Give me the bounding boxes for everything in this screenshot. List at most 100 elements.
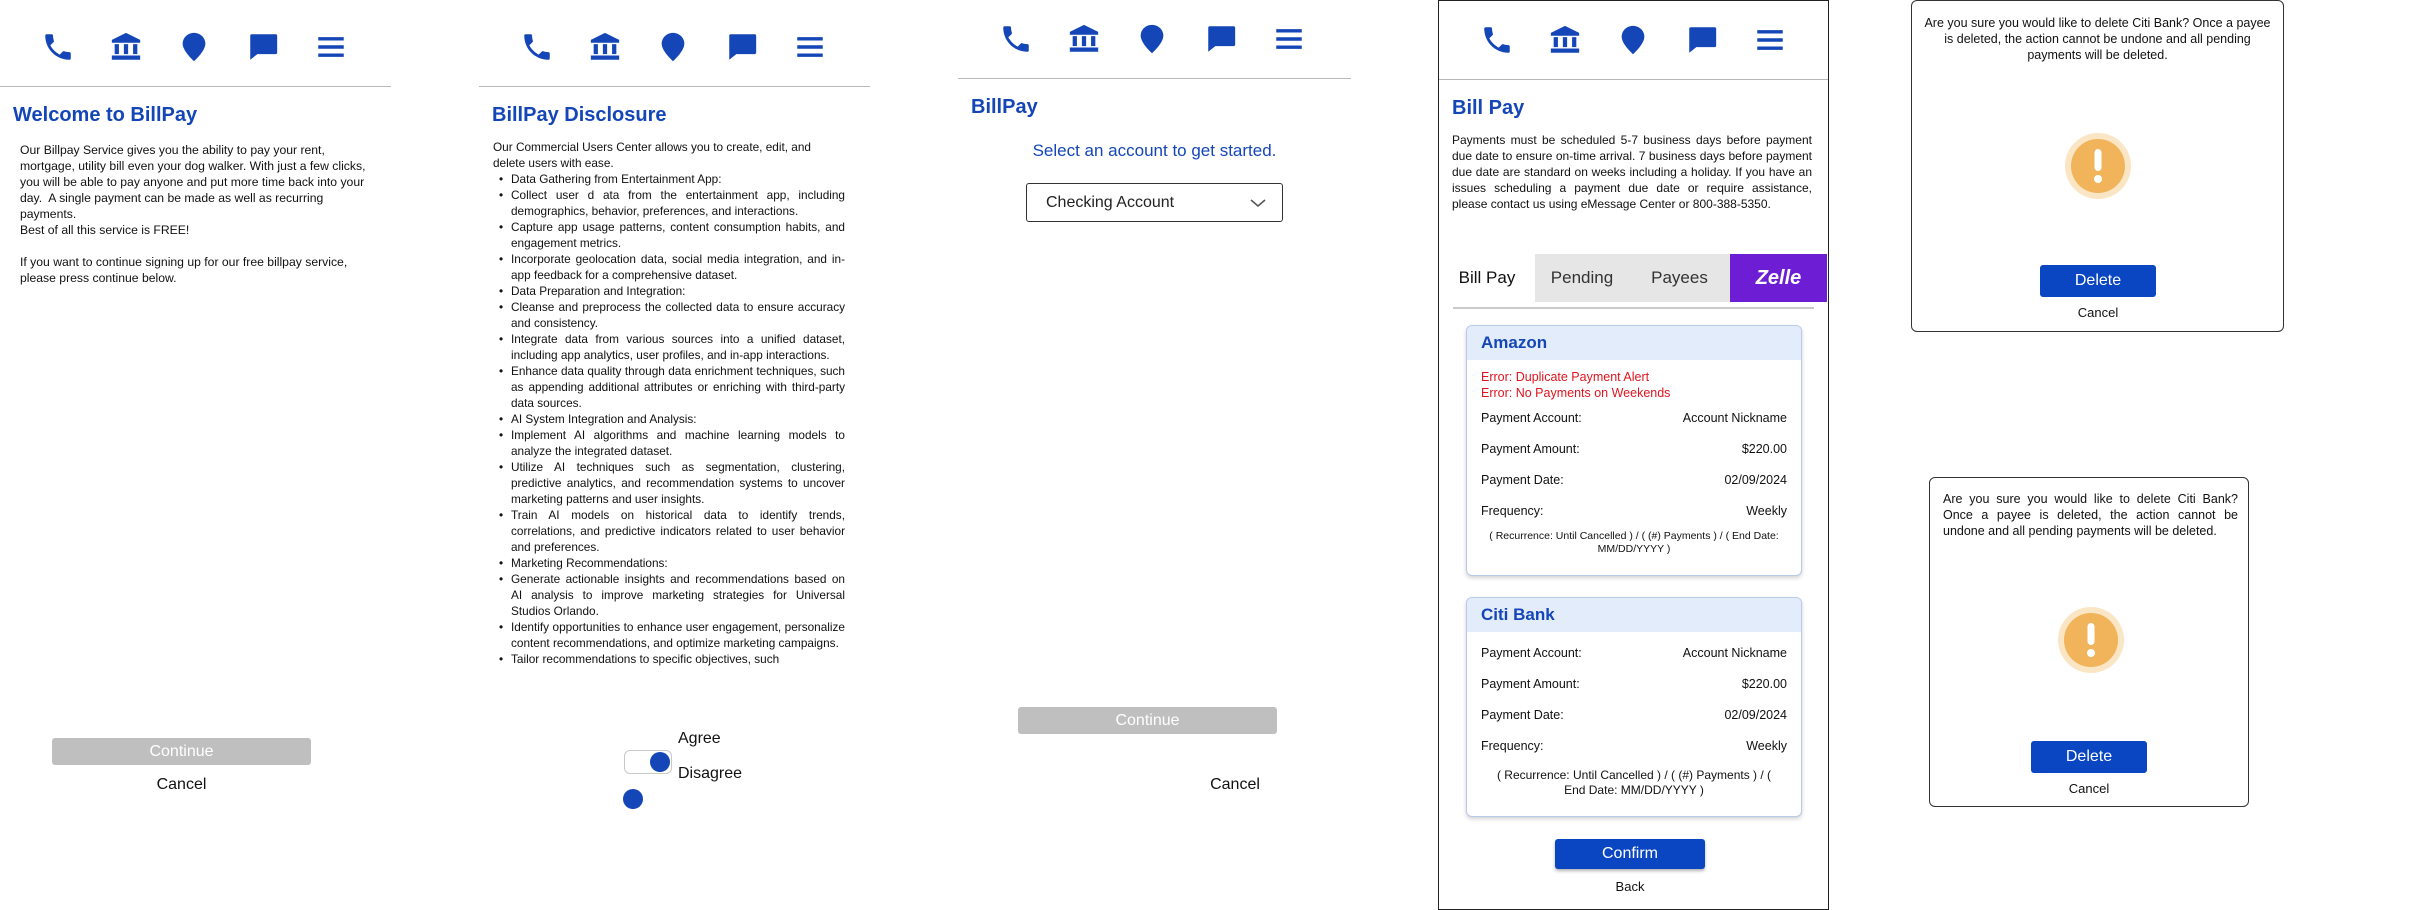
chat-icon[interactable] bbox=[1685, 23, 1719, 57]
chat-icon[interactable] bbox=[246, 30, 280, 64]
tab-payees[interactable]: Payees bbox=[1629, 254, 1730, 302]
cancel-link[interactable]: Cancel bbox=[52, 776, 311, 794]
payee-card[interactable]: Amazon Error: Duplicate Payment Alert Er… bbox=[1466, 325, 1802, 576]
tab-bill-pay[interactable]: Bill Pay bbox=[1439, 254, 1535, 302]
row-label: Payment Amount: bbox=[1481, 677, 1580, 691]
menu-icon[interactable] bbox=[314, 30, 348, 64]
phone-icon[interactable] bbox=[1480, 23, 1514, 57]
location-pin-icon[interactable] bbox=[656, 30, 690, 64]
row-value: Account Nickname bbox=[1682, 411, 1787, 425]
delete-payee-dialog: Are you sure you would like to delete Ci… bbox=[1911, 0, 2284, 332]
recurrence-text: ( Recurrence: Until Cancelled ) / ( (#) … bbox=[1496, 768, 1772, 797]
payee-name: Citi Bank bbox=[1467, 598, 1801, 632]
back-link[interactable]: Back bbox=[1555, 879, 1705, 894]
account-select[interactable]: Checking Account bbox=[1026, 183, 1283, 222]
row-value: Account Nickname bbox=[1682, 646, 1787, 660]
row-value: 02/09/2024 bbox=[1724, 708, 1787, 722]
chat-icon[interactable] bbox=[725, 30, 759, 64]
menu-icon[interactable] bbox=[1272, 22, 1306, 56]
billpay-screen: Bill Pay Payments must be scheduled 5-7 … bbox=[1438, 0, 1829, 910]
error-message: Error: No Payments on Weekends bbox=[1481, 386, 1671, 400]
disclosure-item: Integrate data from various sources into… bbox=[493, 331, 845, 363]
payment-date-row: Payment Date: 02/09/2024 bbox=[1467, 465, 1801, 496]
disagree-label: Disagree bbox=[678, 765, 743, 782]
bank-icon[interactable] bbox=[1067, 22, 1101, 56]
disclosure-item: Identify opportunities to enhance user e… bbox=[493, 619, 845, 651]
disclosure-item: Generate actionable insights and recomme… bbox=[493, 571, 845, 619]
selected-account: Checking Account bbox=[1046, 194, 1175, 211]
warning-icon bbox=[2057, 606, 2125, 674]
disclosure-item: Incorporate geolocation data, social med… bbox=[493, 251, 845, 283]
row-label: Payment Account: bbox=[1481, 646, 1582, 660]
disclosure-item: Implement AI algorithms and machine lear… bbox=[493, 427, 845, 459]
row-label: Frequency: bbox=[1481, 739, 1544, 753]
page-title: Bill Pay bbox=[1452, 97, 1525, 119]
welcome-continue-note: If you want to continue signing up for o… bbox=[20, 255, 351, 285]
menu-icon[interactable] bbox=[1753, 23, 1787, 57]
continue-button[interactable]: Continue bbox=[1018, 707, 1277, 734]
bank-icon[interactable] bbox=[1548, 23, 1582, 57]
confirm-button[interactable]: Confirm bbox=[1555, 839, 1705, 869]
row-label: Payment Date: bbox=[1481, 708, 1564, 722]
row-label: Frequency: bbox=[1481, 504, 1544, 518]
top-nav bbox=[479, 0, 870, 87]
phone-icon[interactable] bbox=[41, 30, 75, 64]
select-account-prompt: Select an account to get started. bbox=[1032, 141, 1277, 160]
bank-icon[interactable] bbox=[588, 30, 622, 64]
page-title: Welcome to BillPay bbox=[13, 104, 198, 126]
top-nav bbox=[1439, 1, 1828, 80]
disclosure-item: Data Gathering from Entertainment App: bbox=[493, 171, 845, 187]
payment-amount-row: Payment Amount: $220.00 bbox=[1467, 434, 1801, 465]
disclosure-item: Cleanse and preprocess the collected dat… bbox=[493, 299, 845, 331]
continue-button[interactable]: Continue bbox=[52, 738, 311, 765]
payment-date-row: Payment Date: 02/09/2024 bbox=[1467, 700, 1801, 731]
location-pin-icon[interactable] bbox=[1135, 22, 1169, 56]
row-value: Weekly bbox=[1746, 504, 1787, 518]
frequency-row: Frequency: Weekly bbox=[1467, 731, 1801, 762]
payee-name: Amazon bbox=[1467, 326, 1801, 360]
disclosure-item: Tailor recommendations to specific objec… bbox=[493, 651, 845, 667]
row-value: $220.00 bbox=[1741, 677, 1787, 691]
delete-button[interactable]: Delete bbox=[2040, 265, 2156, 297]
disclosure-item: Train AI models on historical data to id… bbox=[493, 507, 845, 555]
page-title: BillPay bbox=[971, 96, 1038, 118]
disclosure-text: Our Commercial Users Center allows you t… bbox=[493, 139, 845, 667]
tab-pending[interactable]: Pending bbox=[1535, 254, 1629, 302]
phone-icon[interactable] bbox=[520, 30, 554, 64]
bank-icon[interactable] bbox=[109, 30, 143, 64]
row-value: $220.00 bbox=[1741, 442, 1787, 456]
chat-icon[interactable] bbox=[1204, 22, 1238, 56]
page-title: BillPay Disclosure bbox=[492, 104, 667, 126]
delete-button[interactable]: Delete bbox=[2031, 741, 2147, 773]
disclosure-item: AI System Integration and Analysis: bbox=[493, 411, 845, 427]
welcome-description: Our Billpay Service gives you the abilit… bbox=[20, 142, 370, 286]
welcome-free-note: Best of all this service is FREE! bbox=[20, 223, 190, 237]
payee-card[interactable]: Citi Bank Payment Account: Account Nickn… bbox=[1466, 597, 1802, 817]
cancel-link[interactable]: Cancel bbox=[2040, 305, 2156, 320]
disclosure-list: Data Gathering from Entertainment App:Co… bbox=[493, 171, 845, 667]
disagree-toggle[interactable] bbox=[623, 766, 672, 809]
menu-icon[interactable] bbox=[793, 30, 827, 64]
agree-label: Agree bbox=[678, 730, 721, 747]
tab-zelle[interactable]: Zelle bbox=[1730, 254, 1827, 302]
payment-account-row: Payment Account: Account Nickname bbox=[1467, 403, 1801, 434]
row-label: Payment Amount: bbox=[1481, 442, 1580, 456]
disclosure-screen: BillPay Disclosure Our Commercial Users … bbox=[479, 0, 870, 910]
row-label: Payment Date: bbox=[1481, 473, 1564, 487]
error-message: Error: Duplicate Payment Alert bbox=[1481, 370, 1650, 384]
toggle-knob bbox=[623, 789, 643, 809]
chevron-down-icon bbox=[1250, 196, 1266, 208]
top-nav bbox=[0, 0, 391, 87]
welcome-paragraph: Our Billpay Service gives you the abilit… bbox=[20, 143, 369, 221]
location-pin-icon[interactable] bbox=[1616, 23, 1650, 57]
row-value: 02/09/2024 bbox=[1724, 473, 1787, 487]
disclosure-item: Utilize AI techniques such as segmentati… bbox=[493, 459, 845, 507]
delete-payee-dialog: Are you sure you would like to delete Ci… bbox=[1929, 477, 2249, 807]
phone-icon[interactable] bbox=[999, 22, 1033, 56]
warning-icon bbox=[2064, 132, 2132, 200]
row-label: Payment Account: bbox=[1481, 411, 1582, 425]
payment-account-row: Payment Account: Account Nickname bbox=[1467, 638, 1801, 669]
location-pin-icon[interactable] bbox=[177, 30, 211, 64]
cancel-link[interactable]: Cancel bbox=[1183, 776, 1287, 794]
cancel-link[interactable]: Cancel bbox=[2031, 781, 2147, 796]
